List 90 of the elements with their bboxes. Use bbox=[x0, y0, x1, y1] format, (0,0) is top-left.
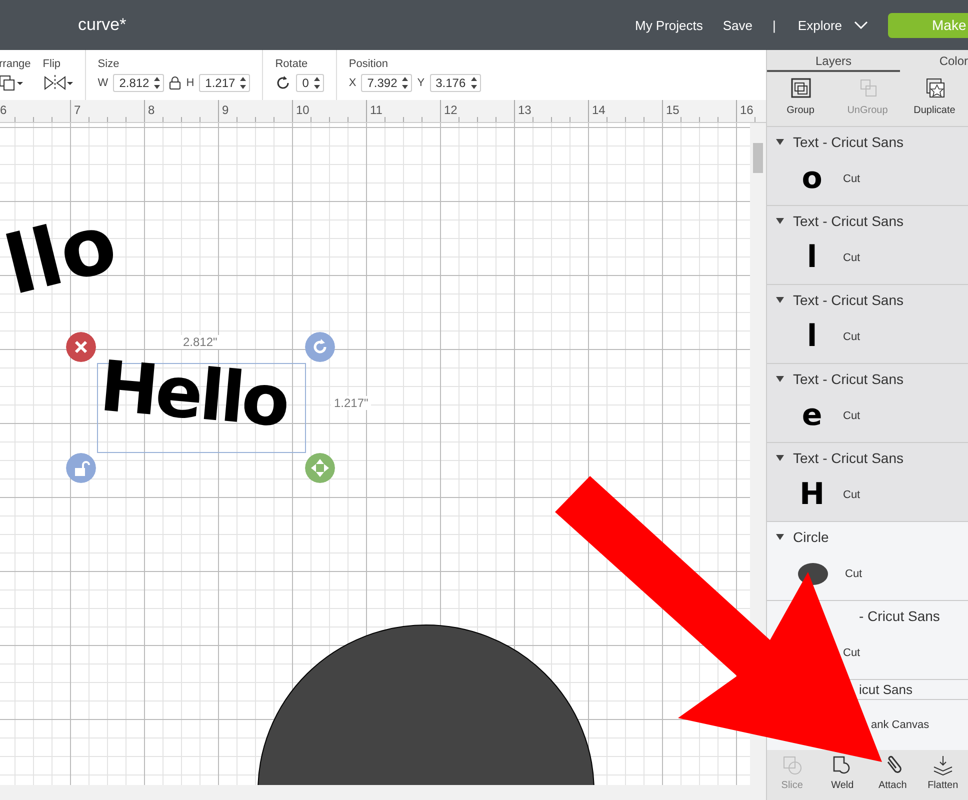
canvas-text[interactable]: Hello bbox=[97, 350, 290, 438]
attach-button[interactable]: Attach bbox=[868, 750, 918, 800]
cut-label: Cut bbox=[843, 173, 860, 185]
ruler-number: 7 bbox=[70, 100, 144, 122]
stepper-icon[interactable] bbox=[153, 76, 162, 90]
layer-row[interactable]: Text - Cricut Sans l Cut bbox=[767, 206, 968, 285]
position-label: Position bbox=[348, 58, 390, 70]
cut-label: Cut bbox=[845, 568, 862, 580]
flatten-icon[interactable] bbox=[932, 754, 954, 776]
layer-thumbnail: l bbox=[806, 322, 818, 352]
ruler-number: 6 bbox=[0, 100, 70, 122]
panel-tab[interactable]: Color bbox=[900, 50, 968, 72]
stepper-icon[interactable] bbox=[470, 76, 478, 90]
stepper-icon[interactable] bbox=[401, 76, 410, 90]
layer-thumbnail: o bbox=[800, 164, 824, 194]
group-button[interactable]: Group bbox=[767, 72, 834, 126]
ruler-number: 11 bbox=[366, 100, 440, 122]
y-field[interactable]: 3.176 bbox=[430, 74, 481, 92]
height-readout: 1.217" bbox=[331, 396, 372, 410]
width-readout: 2.812" bbox=[180, 335, 220, 349]
chevron-down-icon bbox=[854, 21, 868, 29]
ruler-number: 13 bbox=[514, 100, 588, 122]
layer-row[interactable]: Text - Cricut Sans H Cut bbox=[767, 443, 968, 522]
stepper-icon[interactable] bbox=[239, 76, 248, 90]
height-field[interactable]: 1.217 bbox=[199, 74, 250, 92]
scrollbar-thumb[interactable] bbox=[753, 143, 763, 173]
height-label: H bbox=[186, 77, 194, 89]
resize-handle-icon[interactable] bbox=[305, 453, 335, 483]
flip-icon[interactable] bbox=[42, 74, 73, 92]
arrange-icon[interactable] bbox=[0, 74, 23, 92]
flatten-button[interactable]: Flatten bbox=[918, 750, 968, 800]
width-field[interactable]: 2.812 bbox=[113, 74, 164, 92]
layer-name: Text - Cricut Sans bbox=[793, 213, 904, 229]
rotate-handle-icon[interactable] bbox=[305, 332, 335, 362]
rotate-field[interactable]: 0 bbox=[296, 74, 324, 92]
layer-row[interactable]: Text - Cricut Sans l Cut bbox=[767, 285, 968, 364]
group-icon[interactable] bbox=[790, 77, 812, 99]
header-link[interactable]: My Projects bbox=[634, 18, 703, 32]
x-field[interactable]: 7.392 bbox=[361, 74, 412, 92]
blank-canvas-label: ank Canvas bbox=[871, 719, 930, 731]
cut-label: Cut bbox=[843, 331, 860, 343]
layer-name: Circle bbox=[793, 529, 829, 545]
layer-name: Text - Cricut Sans bbox=[793, 292, 904, 308]
caret-icon[interactable] bbox=[775, 455, 785, 461]
layer-row[interactable]: Text - Cricut Sans e Cut bbox=[767, 364, 968, 443]
lock-handle-icon[interactable] bbox=[66, 453, 96, 483]
width-label: W bbox=[98, 77, 108, 89]
rotate-label: Rotate bbox=[275, 58, 309, 70]
layer-row[interactable]: Text - Cricut Sans o Cut bbox=[767, 127, 968, 206]
duplicate-button[interactable]: Duplicate bbox=[901, 72, 968, 126]
arrange-label: rrange bbox=[0, 58, 31, 70]
layer-name: Text - Cricut Sans bbox=[793, 371, 904, 387]
delete-handle-icon[interactable] bbox=[66, 332, 96, 362]
header-link[interactable]: Save bbox=[722, 18, 753, 32]
ruler-number: 15 bbox=[662, 100, 736, 122]
layer-thumbnail: H bbox=[798, 480, 826, 510]
weld-button[interactable]: Weld bbox=[817, 750, 868, 800]
y-label: Y bbox=[417, 77, 425, 89]
ruler-number: 10 bbox=[292, 100, 366, 122]
caret-icon[interactable] bbox=[775, 534, 785, 540]
canvas-text: llo bbox=[0, 202, 124, 308]
layer-thumbnail: l bbox=[806, 243, 818, 273]
caret-icon[interactable] bbox=[775, 218, 785, 224]
caret-icon[interactable] bbox=[775, 297, 785, 303]
layer-name: - Cricut Sans bbox=[859, 608, 940, 624]
lock-icon[interactable] bbox=[169, 76, 182, 90]
layer-thumbnail: e bbox=[800, 401, 824, 431]
ruler-number: 8 bbox=[144, 100, 218, 122]
project-title: curve* bbox=[78, 15, 128, 35]
ruler-number: 14 bbox=[588, 100, 662, 122]
flip-label: Flip bbox=[42, 58, 62, 70]
x-label: X bbox=[348, 77, 356, 89]
caret-icon[interactable] bbox=[775, 139, 785, 145]
stepper-icon[interactable] bbox=[312, 76, 321, 90]
layer-name: Text - Cricut Sans bbox=[793, 450, 904, 466]
ruler-number: 12 bbox=[440, 100, 514, 122]
separator: | bbox=[772, 18, 776, 32]
size-label: Size bbox=[98, 58, 120, 70]
ruler-number: 9 bbox=[218, 100, 292, 122]
cut-label: Cut bbox=[843, 489, 860, 501]
layer-name: icut Sans bbox=[859, 682, 912, 697]
explore-menu[interactable]: Explore bbox=[798, 18, 868, 32]
layer-name: Text - Cricut Sans bbox=[793, 134, 904, 150]
cut-label: Cut bbox=[843, 647, 860, 659]
duplicate-icon[interactable] bbox=[924, 77, 946, 99]
cut-label: Cut bbox=[843, 410, 860, 422]
cut-label: Cut bbox=[843, 252, 860, 264]
caret-icon[interactable] bbox=[775, 376, 785, 382]
rotate-icon[interactable] bbox=[275, 75, 292, 91]
horizontal-scrollbar[interactable] bbox=[0, 785, 766, 800]
